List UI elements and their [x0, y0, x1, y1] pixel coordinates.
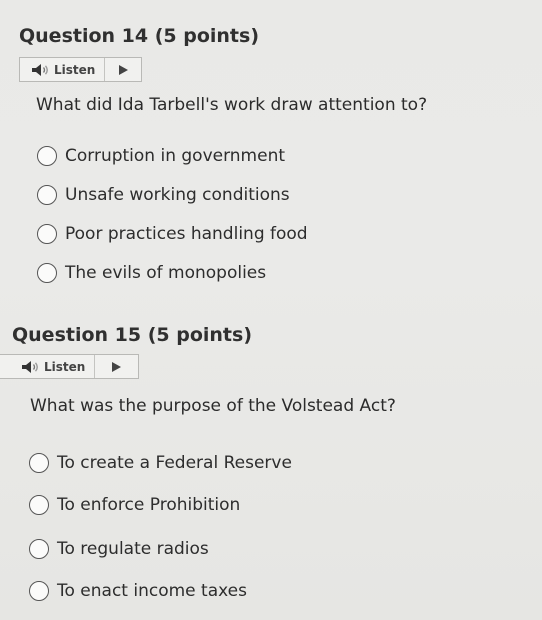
- radio-button[interactable]: [37, 224, 57, 244]
- play-icon[interactable]: [118, 64, 128, 75]
- radio-button[interactable]: [29, 495, 49, 515]
- question-heading: Question 15 (5 points): [12, 324, 253, 346]
- option-label[interactable]: To regulate radios: [57, 539, 209, 559]
- option-label[interactable]: To enforce Prohibition: [57, 495, 240, 515]
- speaker-icon[interactable]: [30, 63, 52, 77]
- listen-label[interactable]: Listen: [54, 63, 104, 77]
- radio-button[interactable]: [37, 263, 57, 283]
- question-prompt: What did Ida Tarbell's work draw attenti…: [36, 95, 428, 115]
- radio-button[interactable]: [29, 539, 49, 559]
- option-label[interactable]: Poor practices handling food: [65, 224, 308, 244]
- option-label[interactable]: To enact income taxes: [57, 581, 247, 601]
- play-icon[interactable]: [112, 361, 121, 372]
- listen-label[interactable]: Listen: [44, 360, 94, 374]
- radio-button[interactable]: [37, 185, 57, 205]
- answer-option[interactable]: To enact income taxes: [29, 578, 247, 604]
- answer-option[interactable]: To create a Federal Reserve: [29, 450, 292, 476]
- option-label[interactable]: To create a Federal Reserve: [57, 453, 292, 473]
- listen-player[interactable]: Listen: [19, 57, 142, 82]
- play-button[interactable]: [104, 58, 141, 81]
- play-button[interactable]: [94, 355, 138, 378]
- radio-button[interactable]: [29, 453, 49, 473]
- answer-option[interactable]: Corruption in government: [37, 143, 285, 169]
- answer-option[interactable]: The evils of monopolies: [37, 260, 266, 286]
- radio-button[interactable]: [29, 581, 49, 601]
- answer-option[interactable]: Poor practices handling food: [37, 221, 308, 247]
- option-label[interactable]: Corruption in government: [65, 146, 285, 166]
- answer-option[interactable]: To enforce Prohibition: [29, 492, 240, 518]
- listen-player[interactable]: Listen: [0, 354, 139, 379]
- radio-button[interactable]: [37, 146, 57, 166]
- speaker-icon[interactable]: [20, 360, 42, 374]
- answer-option[interactable]: To regulate radios: [29, 536, 209, 562]
- option-label[interactable]: Unsafe working conditions: [65, 185, 290, 205]
- question-heading: Question 14 (5 points): [19, 25, 260, 47]
- question-prompt: What was the purpose of the Volstead Act…: [30, 396, 396, 416]
- answer-option[interactable]: Unsafe working conditions: [37, 182, 290, 208]
- option-label[interactable]: The evils of monopolies: [65, 263, 266, 283]
